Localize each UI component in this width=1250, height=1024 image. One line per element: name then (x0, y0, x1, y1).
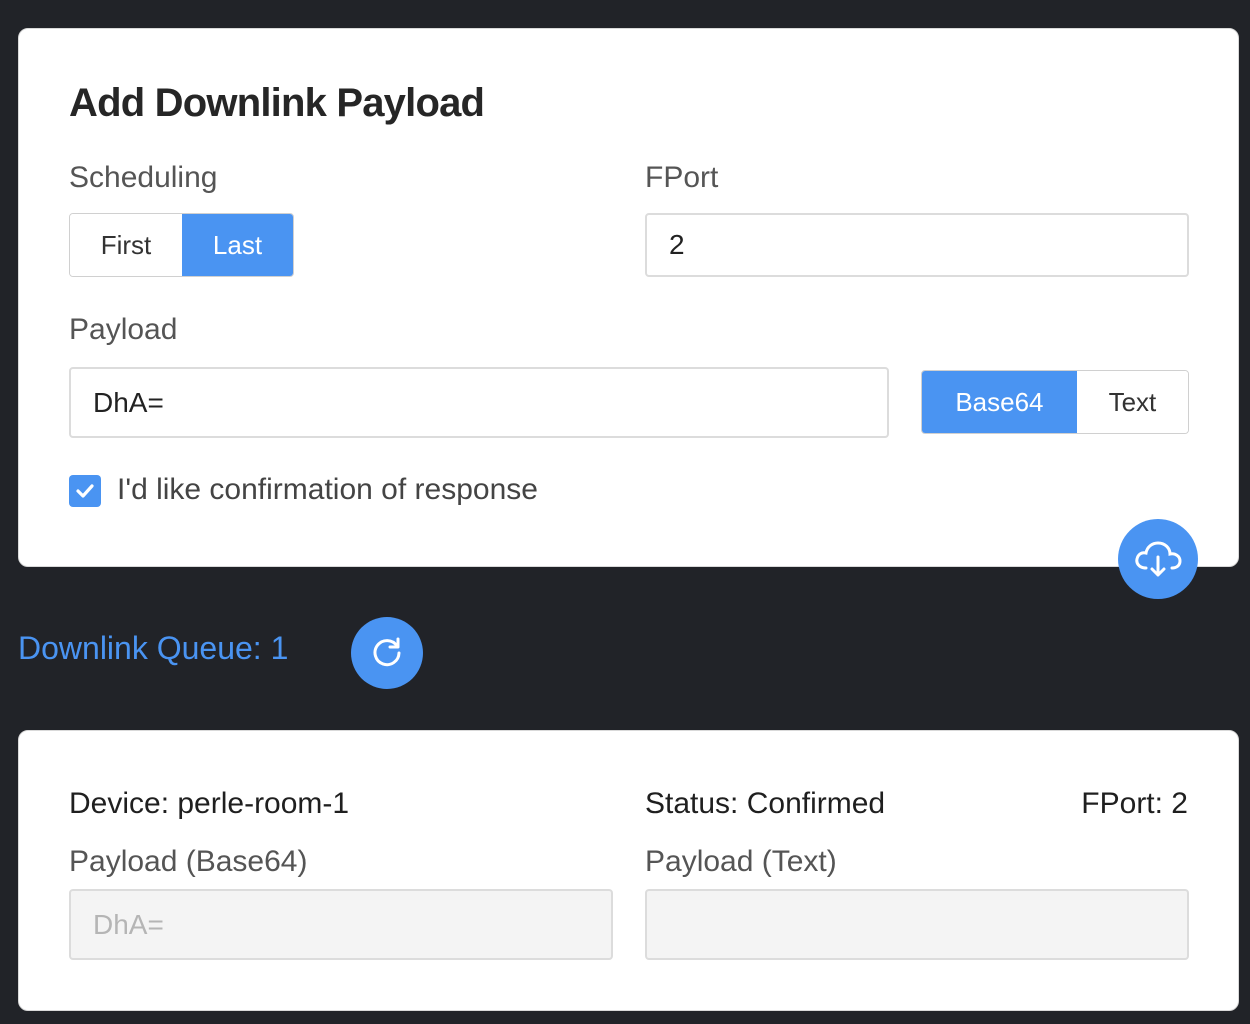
add-downlink-card: Add Downlink Payload Scheduling First La… (18, 28, 1239, 567)
queue-device: Device: perle-room-1 (69, 787, 350, 820)
queue-item-card: Device: perle-room-1 Status: Confirmed F… (18, 730, 1239, 1011)
page-title: Add Downlink Payload (69, 81, 485, 125)
refresh-queue-button[interactable] (351, 617, 423, 689)
queue-fport: FPort: 2 (1081, 787, 1188, 820)
encoding-text-button[interactable]: Text (1076, 371, 1188, 433)
confirmation-label: I'd like confirmation of response (117, 473, 538, 506)
downlink-queue-title: Downlink Queue: 1 (18, 630, 289, 666)
confirmation-checkbox[interactable] (69, 475, 101, 507)
payload-text-label: Payload (Text) (645, 845, 837, 878)
scheduling-label: Scheduling (69, 161, 218, 194)
scheduling-first-button[interactable]: First (70, 214, 182, 276)
payload-input[interactable]: DhA= (69, 367, 889, 438)
fport-input[interactable]: 2 (645, 213, 1189, 277)
encoding-base64-button[interactable]: Base64 (922, 371, 1077, 433)
cloud-download-icon (1135, 541, 1182, 577)
payload-text-field (645, 889, 1189, 960)
payload-base64-label: Payload (Base64) (69, 845, 308, 878)
submit-downlink-button[interactable] (1118, 519, 1198, 599)
scheduling-last-button[interactable]: Last (182, 214, 293, 276)
encoding-toggle: Base64 Text (921, 370, 1189, 434)
queue-status: Status: Confirmed (645, 787, 886, 820)
checkmark-icon (76, 484, 94, 498)
payload-label: Payload (69, 313, 178, 346)
fport-label: FPort (645, 161, 719, 194)
payload-base64-field: DhA= (69, 889, 613, 960)
refresh-icon (373, 637, 401, 667)
scheduling-toggle: First Last (69, 213, 294, 277)
